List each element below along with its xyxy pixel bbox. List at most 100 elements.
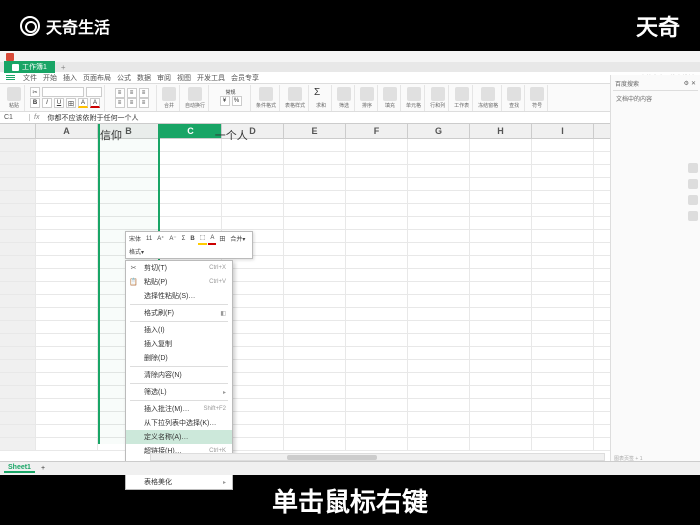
cell-text-end: 一个人	[215, 130, 248, 142]
col-header-e[interactable]: E	[284, 124, 346, 138]
align-top-icon[interactable]: ≡	[115, 88, 125, 98]
ribbon-table-style[interactable]: 表格样式	[282, 85, 309, 111]
mini-format[interactable]: 格式▾	[127, 246, 146, 258]
ribbon-sheet[interactable]: 工作表	[451, 85, 473, 111]
mini-sum[interactable]: Σ	[180, 233, 188, 245]
ribbon-find[interactable]: 查找	[504, 85, 525, 111]
col-header-i[interactable]: I	[532, 124, 594, 138]
menu-insert[interactable]: 插入	[63, 73, 77, 83]
add-tab-button[interactable]: +	[55, 63, 72, 72]
ribbon-paste-group[interactable]: 粘贴	[4, 85, 25, 111]
context-menu-item[interactable]: 从下拉列表中选择(K)…	[126, 416, 232, 430]
mini-size[interactable]: 11	[144, 233, 154, 245]
menu-view[interactable]: 视图	[177, 73, 191, 83]
ribbon-freeze[interactable]: 冻结窗格	[475, 85, 502, 111]
side-tool-4[interactable]	[688, 211, 698, 221]
mini-bold[interactable]: B	[188, 233, 196, 245]
panel-settings-icon[interactable]: ⚙	[684, 80, 689, 87]
formula-input[interactable]: 你都不应该依附于任何一个人	[43, 113, 142, 123]
right-panel-header[interactable]: 百度搜索 ⚙ ✕	[613, 77, 698, 91]
context-menu-item[interactable]: 插入(I)	[126, 323, 232, 337]
ribbon-cell[interactable]: 单元格	[403, 85, 425, 111]
ribbon-wrap[interactable]: 自动换行	[182, 85, 209, 111]
menu-member[interactable]: 会员专享	[231, 73, 259, 83]
menu-layout[interactable]: 页面布局	[83, 73, 111, 83]
align-mid-icon[interactable]: ≡	[127, 88, 137, 98]
panel-close-icon[interactable]: ✕	[691, 80, 696, 87]
context-menu-item[interactable]: 插入复制	[126, 337, 232, 351]
cut-icon[interactable]: ✂	[30, 87, 40, 97]
context-menu-item[interactable]: 清除内容(N)	[126, 368, 232, 382]
italic-button[interactable]: I	[42, 98, 52, 108]
currency-icon[interactable]: ¥	[220, 96, 230, 106]
side-tool-3[interactable]	[688, 195, 698, 205]
fx-icon[interactable]: fx	[30, 114, 43, 121]
fill-color-button[interactable]: A	[78, 98, 88, 108]
align-left-icon[interactable]: ≡	[115, 98, 125, 108]
ribbon-rowcol[interactable]: 行和列	[427, 85, 449, 111]
border-button[interactable]: 田	[66, 98, 76, 108]
select-all-corner[interactable]	[0, 124, 36, 138]
mini-size-up[interactable]: A⁺	[155, 233, 166, 245]
col-header-a[interactable]: A	[36, 124, 98, 138]
mini-merge[interactable]: 合并▾	[228, 233, 247, 245]
merge-icon	[162, 87, 176, 101]
bold-button[interactable]: B	[30, 98, 40, 108]
size-select[interactable]	[86, 87, 102, 97]
context-menu-item[interactable]: 筛选(L)▸	[126, 385, 232, 399]
menu-formula[interactable]: 公式	[117, 73, 131, 83]
context-menu-item[interactable]: 📋粘贴(P)Ctrl+V	[126, 275, 232, 289]
align-bot-icon[interactable]: ≡	[139, 88, 149, 98]
document-tab-bar: 工作簿1 +	[0, 62, 700, 72]
ribbon-fill[interactable]: 填充	[380, 85, 401, 111]
ribbon-filter[interactable]: 筛选	[334, 85, 355, 111]
context-menu-item[interactable]: 定义名称(A)…	[126, 430, 232, 444]
side-tool-2[interactable]	[688, 179, 698, 189]
context-menu-item[interactable]: 格式刷(F)◧	[126, 306, 232, 320]
menu-home[interactable]: 开始	[43, 73, 57, 83]
menu-data[interactable]: 数据	[137, 73, 151, 83]
right-panel-title: 百度搜索	[615, 79, 639, 88]
sheet-tab-1[interactable]: Sheet1	[4, 464, 35, 473]
horizontal-scrollbar[interactable]	[150, 453, 605, 461]
name-box[interactable]: C1	[0, 114, 30, 121]
right-panel-sub: 文档中的内容	[613, 91, 698, 106]
underline-button[interactable]: U	[54, 98, 64, 108]
context-menu-item[interactable]: ✂剪切(T)Ctrl+X	[126, 261, 232, 275]
ribbon-sort[interactable]: 排序	[357, 85, 378, 111]
align-right-icon[interactable]: ≡	[139, 98, 149, 108]
percent-icon[interactable]: %	[232, 96, 242, 106]
font-select[interactable]	[42, 87, 84, 97]
add-sheet-button[interactable]: +	[41, 465, 45, 472]
align-center-icon[interactable]: ≡	[127, 98, 137, 108]
sum-icon: Σ	[314, 87, 328, 101]
context-menu-item[interactable]: 插入批注(M)…Shift+F2	[126, 402, 232, 416]
hamburger-icon[interactable]	[6, 75, 15, 80]
document-tab[interactable]: 工作簿1	[4, 61, 55, 73]
menu-review[interactable]: 审阅	[157, 73, 171, 83]
mini-color[interactable]: A	[208, 233, 216, 245]
menu-file[interactable]: 文件	[23, 73, 37, 83]
mini-border[interactable]: 田	[217, 233, 227, 245]
logo-text: 天奇生活	[46, 14, 110, 38]
grid-rows[interactable]	[0, 139, 700, 451]
spreadsheet-app-window: 工作簿1 + 文件 开始 插入 页面布局 公式 数据 审阅 视图 开发工具 会员…	[0, 51, 700, 475]
font-color-button[interactable]: A	[90, 98, 100, 108]
col-header-h[interactable]: H	[470, 124, 532, 138]
col-header-g[interactable]: G	[408, 124, 470, 138]
mini-font[interactable]: 宋体	[127, 233, 143, 245]
context-menu-item[interactable]: 选择性粘贴(S)…	[126, 289, 232, 303]
ribbon-cond-format[interactable]: 条件格式	[253, 85, 280, 111]
freeze-icon	[481, 87, 495, 101]
menu-dev[interactable]: 开发工具	[197, 73, 225, 83]
mini-fill[interactable]: ⬚	[198, 233, 208, 245]
ribbon-merge[interactable]: 合并	[159, 85, 180, 111]
context-menu-item[interactable]: 删除(D)	[126, 351, 232, 365]
mini-size-dn[interactable]: A⁻	[167, 233, 178, 245]
ribbon-number[interactable]: 常规¥%	[211, 85, 251, 111]
col-header-f[interactable]: F	[346, 124, 408, 138]
ribbon-sum[interactable]: Σ求和	[311, 85, 332, 111]
side-tool-1[interactable]	[688, 163, 698, 173]
cell-text-start: 信仰	[100, 130, 122, 142]
ribbon-symbol[interactable]: 符号	[527, 85, 548, 111]
